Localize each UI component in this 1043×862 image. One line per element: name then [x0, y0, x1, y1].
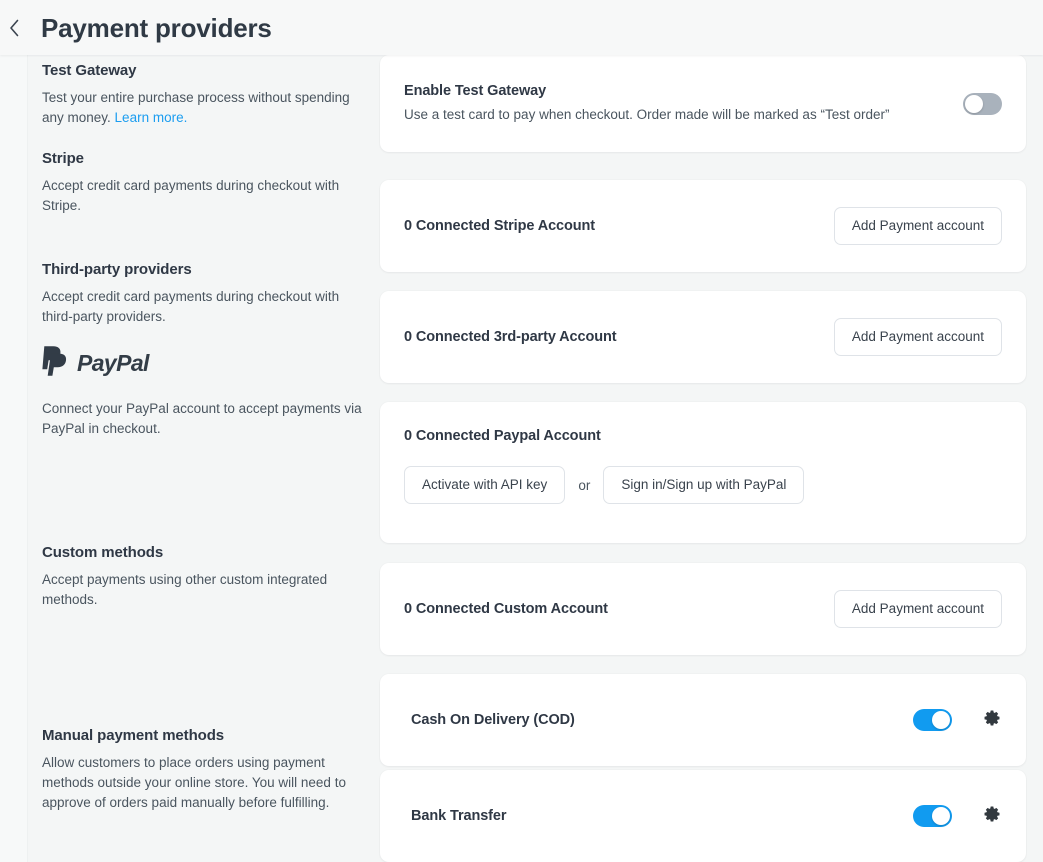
card-paypal: 0 Connected Paypal Account Activate with… [380, 402, 1026, 543]
card-title-bank-transfer: Bank Transfer [411, 808, 507, 824]
section-desc-stripe: Accept credit card payments during check… [42, 178, 340, 213]
section-stripe: Stripe Accept credit card payments durin… [42, 150, 372, 216]
left-rail [0, 0, 28, 862]
toggle-bank-transfer[interactable] [913, 805, 952, 827]
section-title-custom-methods: Custom methods [42, 544, 164, 561]
section-manual-methods: Manual payment methods Allow customers t… [42, 727, 372, 813]
settings-button-bank-transfer[interactable] [982, 806, 1002, 826]
cod-controls [913, 709, 1002, 731]
section-title-test-gateway: Test Gateway [42, 62, 137, 79]
section-desc-manual-methods: Allow customers to place orders using pa… [42, 755, 346, 810]
page-header: Payment providers [0, 0, 1043, 55]
section-desc-third-party: Accept credit card payments during check… [42, 289, 340, 324]
card-stripe: 0 Connected Stripe Account Add Payment a… [380, 180, 1026, 272]
chevron-left-icon [9, 19, 20, 37]
card-custom-methods: 0 Connected Custom Account Add Payment a… [380, 563, 1026, 655]
or-label: or [578, 477, 591, 493]
add-payment-account-button-third-party[interactable]: Add Payment account [833, 318, 1002, 356]
card-bank-transfer: Bank Transfer [380, 770, 1026, 862]
section-title-third-party: Third-party providers [42, 261, 192, 278]
gear-icon [983, 710, 1001, 731]
section-custom-methods: Custom methods Accept payments using oth… [42, 544, 372, 610]
toggle-cash-on-delivery[interactable] [913, 709, 952, 731]
card-title-third-party: 0 Connected 3rd-party Account [404, 329, 617, 345]
section-third-party: Third-party providers Accept credit card… [42, 261, 372, 327]
card-title-paypal: 0 Connected Paypal Account [404, 428, 601, 444]
card-title-custom-methods: 0 Connected Custom Account [404, 601, 608, 617]
paypal-actions: Activate with API key or Sign in/Sign up… [404, 466, 1002, 504]
page-content: Test Gateway Test your entire purchase p… [0, 55, 1043, 862]
section-desc-paypal: Connect your PayPal account to accept pa… [42, 401, 362, 436]
paypal-mark-icon [42, 345, 71, 382]
paypal-logo: PayPal [42, 345, 372, 382]
card-cash-on-delivery: Cash On Delivery (COD) [380, 674, 1026, 766]
card-title-test-gateway: Enable Test Gateway [404, 83, 547, 99]
cards-column: Enable Test Gateway Use a test card to p… [380, 55, 1043, 862]
add-payment-account-button-stripe[interactable]: Add Payment account [833, 207, 1002, 245]
toggle-knob [932, 711, 950, 729]
bank-transfer-controls [913, 805, 1002, 827]
toggle-knob [965, 94, 983, 113]
paypal-wordmark: PayPal [77, 350, 149, 376]
signin-signup-with-paypal-button[interactable]: Sign in/Sign up with PayPal [603, 466, 805, 504]
card-subtitle-test-gateway: Use a test card to pay when checkout. Or… [404, 107, 890, 122]
back-button[interactable] [0, 0, 28, 55]
gear-icon [983, 806, 1001, 827]
section-desc-custom-methods: Accept payments using other custom integ… [42, 572, 328, 607]
card-third-party: 0 Connected 3rd-party Account Add Paymen… [380, 291, 1026, 383]
card-title-cash-on-delivery: Cash On Delivery (COD) [411, 712, 575, 728]
section-desc-test-gateway: Test your entire purchase process withou… [42, 88, 372, 128]
card-title-stripe: 0 Connected Stripe Account [404, 218, 596, 234]
settings-button-cash-on-delivery[interactable] [982, 710, 1002, 730]
activate-with-api-key-button[interactable]: Activate with API key [404, 466, 566, 504]
learn-more-link[interactable]: Learn more. [115, 110, 188, 125]
section-paypal: PayPal Connect your PayPal account to ac… [42, 345, 372, 439]
add-payment-account-button-custom[interactable]: Add Payment account [833, 590, 1002, 628]
section-test-gateway: Test Gateway Test your entire purchase p… [42, 62, 372, 128]
payment-providers-page: Payment providers Test Gateway Test your… [0, 0, 1043, 862]
descriptions-column: Test Gateway Test your entire purchase p… [28, 55, 380, 862]
section-desc-text: Test your entire purchase process withou… [42, 90, 350, 125]
toggle-knob [932, 807, 950, 825]
card-test-gateway: Enable Test Gateway Use a test card to p… [380, 55, 1026, 152]
section-title-stripe: Stripe [42, 150, 84, 167]
toggle-test-gateway[interactable] [963, 92, 1002, 115]
section-title-manual-methods: Manual payment methods [42, 727, 224, 744]
page-title: Payment providers [41, 12, 272, 43]
card-test-gateway-text: Enable Test Gateway Use a test card to p… [404, 83, 889, 124]
